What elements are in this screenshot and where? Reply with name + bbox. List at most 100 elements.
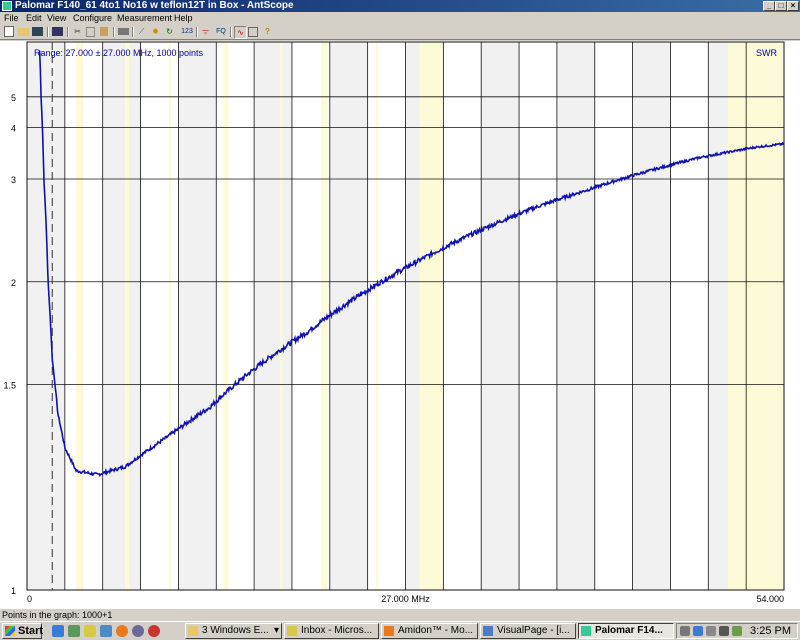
menu-measurement[interactable]: Measurement — [117, 13, 172, 24]
y-tick-label: 3 — [11, 175, 16, 185]
y-tick-label: 2 — [11, 278, 16, 288]
cut-icon[interactable]: ✂ — [72, 26, 83, 37]
x-tick-label: 0 — [27, 594, 32, 604]
x-tick-label: 27.000 MHz — [381, 594, 430, 604]
antenna-icon[interactable]: ᯤ — [200, 26, 211, 37]
y-tick-label: 1 — [11, 586, 16, 596]
toolbar-separator — [196, 27, 198, 37]
antscope-icon — [581, 626, 591, 636]
print-icon[interactable] — [118, 28, 129, 35]
graph-icon[interactable]: ∿ — [234, 26, 247, 39]
app-icon — [2, 1, 12, 11]
start-button[interactable]: Start — [2, 623, 44, 639]
y-tick-label: 1.5 — [3, 381, 16, 391]
band-highlight — [280, 42, 283, 590]
range-label: Range: 27.000 ± 27.000 MHz, 1000 points — [34, 48, 204, 58]
grid-column-shade — [556, 42, 595, 590]
toolbar-separator — [132, 27, 134, 37]
quicklaunch-ie-icon[interactable] — [52, 625, 64, 637]
quicklaunch-firefox-icon[interactable] — [116, 625, 128, 637]
band-highlight — [727, 42, 784, 590]
band-highlight — [125, 42, 130, 590]
close-button[interactable]: × — [787, 1, 799, 11]
task-visualpage[interactable]: VisualPage - [i... — [480, 623, 576, 639]
grid-column-shade — [329, 42, 368, 590]
quicklaunch-icon[interactable] — [132, 625, 144, 637]
export-icon[interactable] — [52, 27, 63, 36]
task-windows-explorer[interactable]: 3 Windows E... ▾ — [185, 623, 282, 639]
window-title: Palomar F140_61 4to1 No16 w teflon12T in… — [15, 0, 294, 11]
task-antscope[interactable]: Palomar F14... — [578, 623, 674, 639]
grid-column-shade — [481, 42, 520, 590]
title-bar: Palomar F140_61 4to1 No16 w teflon12T in… — [0, 0, 800, 12]
band-highlight — [223, 42, 229, 590]
system-tray: 3:25 PM — [676, 623, 798, 639]
visualpage-icon — [483, 626, 493, 636]
menu-configure[interactable]: Configure — [73, 13, 112, 24]
config-icon[interactable] — [248, 27, 258, 37]
tray-volume-icon[interactable] — [719, 626, 729, 636]
task-label: Inbox - Micros... — [301, 625, 373, 636]
menu-bar: File Edit View Configure Measurement Hel… — [0, 12, 800, 25]
toolbar-separator — [113, 27, 115, 37]
quicklaunch-outlook-icon[interactable] — [84, 625, 96, 637]
windows-flag-icon — [5, 626, 15, 636]
open-icon[interactable] — [18, 28, 29, 36]
minimize-button[interactable]: _ — [763, 1, 775, 11]
refresh-icon[interactable]: ↻ — [164, 26, 175, 37]
help-icon[interactable]: ? — [262, 26, 273, 37]
save-icon[interactable] — [32, 27, 43, 36]
band-highlight — [168, 42, 171, 590]
band-highlight — [419, 42, 444, 590]
tray-network-icon[interactable] — [693, 626, 703, 636]
quicklaunch-icon[interactable] — [148, 625, 160, 637]
band-highlight — [375, 42, 378, 590]
task-label: Amidon™ - Mo... — [398, 625, 474, 636]
swr-chart[interactable]: 1 1.5 2 3 4 5 0 27.000 MHz 54.000 Range: 27.000 … — [0, 41, 800, 609]
toolbar-separator — [47, 27, 49, 37]
grid-column-shade — [632, 42, 671, 590]
numbers-icon[interactable]: 123 — [180, 26, 194, 37]
clock: 3:25 PM — [750, 625, 791, 637]
start-label: Start — [18, 625, 44, 637]
swr-chart-area[interactable]: 1 1.5 2 3 4 5 0 27.000 MHz 54.000 Range: 27.000 … — [0, 41, 800, 609]
copy-icon[interactable] — [86, 27, 95, 37]
tray-icon[interactable] — [732, 626, 742, 636]
tray-printer-icon[interactable] — [680, 626, 690, 636]
menu-file[interactable]: File — [4, 13, 19, 24]
grid-column-shade — [27, 42, 65, 590]
task-label: VisualPage - [i... — [497, 625, 570, 636]
outlook-icon — [287, 626, 297, 636]
new-icon[interactable] — [4, 26, 14, 37]
tray-icon[interactable] — [706, 626, 716, 636]
grid-column-shade — [102, 42, 141, 590]
grid-column-shade — [178, 42, 217, 590]
toolbar: ✂ ⟋ ✹ ↻ 123 ᯤ FQ ∿ ? — [0, 25, 800, 40]
quicklaunch-icon[interactable] — [100, 625, 112, 637]
sun-icon[interactable]: ✹ — [150, 26, 161, 37]
y-tick-label: 4 — [11, 124, 16, 134]
menu-help[interactable]: Help — [174, 13, 193, 24]
folder-icon — [188, 626, 198, 636]
maximize-button[interactable]: □ — [775, 1, 787, 11]
chevron-down-icon: ▾ — [273, 625, 279, 636]
task-label: 3 Windows E... — [202, 625, 269, 636]
quicklaunch-icon[interactable] — [68, 625, 80, 637]
menu-edit[interactable]: Edit — [26, 13, 42, 24]
task-inbox[interactable]: Inbox - Micros... — [284, 623, 379, 639]
y-tick-label: 5 — [11, 93, 16, 103]
firefox-icon — [384, 626, 394, 636]
band-highlight — [76, 42, 84, 590]
toolbar-separator — [67, 27, 69, 37]
paste-icon[interactable] — [100, 27, 108, 36]
task-amidon[interactable]: Amidon™ - Mo... — [381, 623, 478, 639]
status-bar: Points in the graph: 1000+1 — [0, 609, 800, 621]
points-count: Points in the graph: 1000+1 — [2, 610, 113, 620]
chart-icon[interactable]: ⟋ — [136, 26, 147, 37]
series-label: SWR — [756, 48, 777, 58]
menu-view[interactable]: View — [47, 13, 66, 24]
x-tick-label: 54.000 — [756, 594, 784, 604]
grid-column-shade — [254, 42, 292, 590]
fq-icon[interactable]: FQ — [214, 26, 228, 37]
toolbar-separator — [230, 27, 232, 37]
